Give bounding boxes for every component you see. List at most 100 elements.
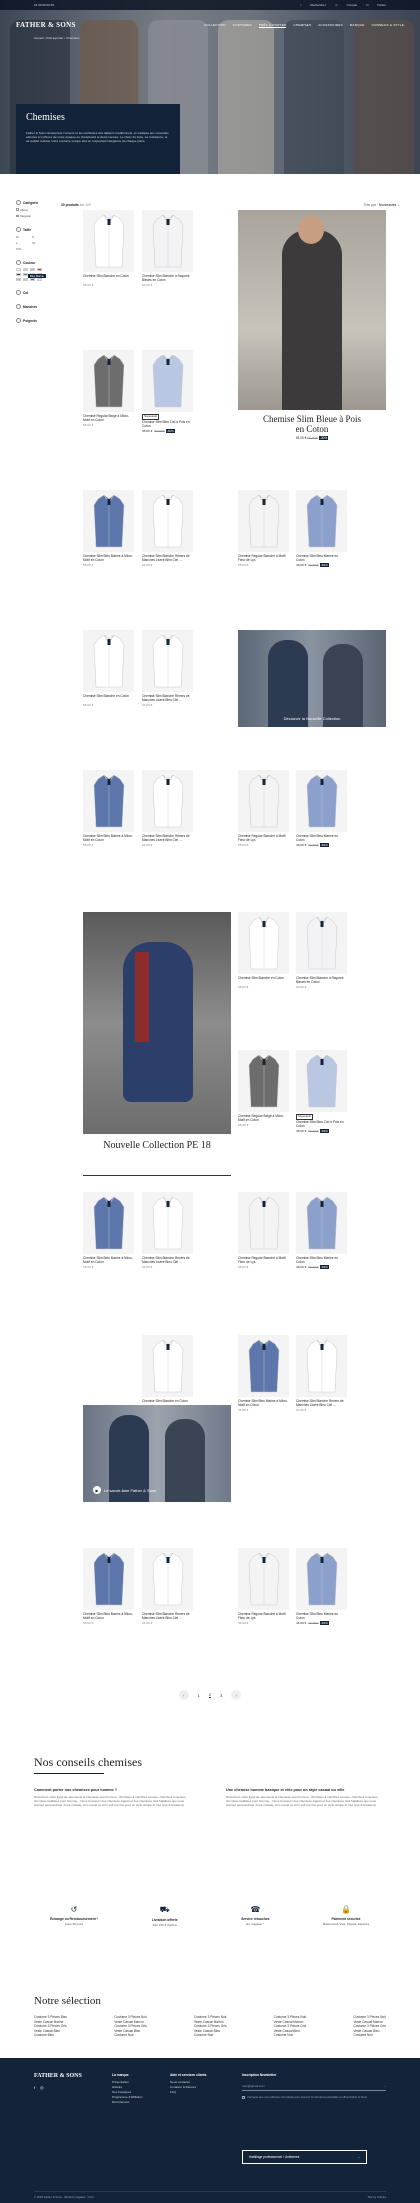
product-image[interactable] xyxy=(296,1548,347,1610)
filter-category-header[interactable]: Catégorie xyxy=(16,200,46,205)
product-name[interactable]: Chemise Slim Blanche Revers de Manches L… xyxy=(142,834,193,842)
selection-link[interactable]: Costume 3 Pièces Gris xyxy=(34,2024,67,2029)
advice-article-title[interactable]: Une chemise homme basique et chic pour u… xyxy=(226,1788,386,1792)
product-card[interactable]: Chemise Slim Bleu Marine en Coton 46,00 €… xyxy=(296,770,347,847)
product-image[interactable] xyxy=(238,1192,289,1254)
nav-item-conseils[interactable]: Conseils & Style xyxy=(372,23,404,28)
product-image[interactable] xyxy=(238,490,289,552)
product-card[interactable]: Chemise Slim Bleu Marine en Coton 46,00 €… xyxy=(296,490,347,567)
color-swatch[interactable] xyxy=(16,273,21,276)
color-swatch[interactable] xyxy=(30,278,35,281)
product-card[interactable]: Chemise Slim Bleu Marine à Micro-Motif e… xyxy=(238,1335,289,1412)
filter-sleeves-header[interactable]: Manches xyxy=(16,304,46,309)
product-image[interactable] xyxy=(83,490,134,552)
product-card[interactable]: Chemise Slim Blanche Revers de Manches L… xyxy=(142,630,193,707)
product-image[interactable] xyxy=(83,350,134,412)
product-image[interactable] xyxy=(83,210,134,272)
product-name[interactable]: Chemise Slim Bleu Marine à Micro-Motif e… xyxy=(83,554,134,562)
nav-item-costumes[interactable]: Costumes xyxy=(233,23,252,28)
page-2[interactable]: 2 xyxy=(208,1692,212,1698)
filter-color-header[interactable]: Couleur xyxy=(16,260,46,265)
product-image[interactable] xyxy=(296,770,347,832)
promo-collection-pe18[interactable]: Nouvelle Collection PE 18 xyxy=(83,912,231,1177)
product-image[interactable] xyxy=(238,1335,289,1397)
filter-option[interactable]: Regular xyxy=(16,214,46,218)
product-image[interactable] xyxy=(296,1335,347,1397)
newsletter-email-input[interactable]: mon@gmail.com → xyxy=(242,2081,386,2091)
site-credit[interactable]: Site by Cultura xyxy=(368,2195,386,2199)
account-link[interactable]: ☺ Compte xyxy=(335,3,357,7)
selection-link[interactable]: Costume 3 Pièces Bleu xyxy=(34,2015,67,2020)
color-swatch[interactable] xyxy=(37,278,42,281)
prev-page-button[interactable]: ‹ xyxy=(178,1690,189,1700)
product-image[interactable] xyxy=(296,1192,347,1254)
next-page-button[interactable]: › xyxy=(231,1690,242,1700)
product-image[interactable] xyxy=(238,1548,289,1610)
color-swatch[interactable] xyxy=(16,278,21,281)
product-card[interactable]: Nouveauté Chemise Slim Bleu Ciel à Pois e… xyxy=(296,1050,347,1133)
product-image[interactable] xyxy=(142,490,193,552)
color-swatch[interactable] xyxy=(16,268,21,271)
product-card[interactable]: Chemise Slim Blanche à Rayures Bleues en… xyxy=(296,912,347,989)
nav-item-collection[interactable]: Collection xyxy=(204,23,226,28)
product-name[interactable]: Chemise Slim Bleu Marine en Coton xyxy=(296,554,347,562)
product-image[interactable] xyxy=(238,1050,289,1112)
product-name[interactable]: Chemise Slim Blanche en Coton xyxy=(238,976,289,984)
selection-link[interactable]: Costume 3 Pièces Gris xyxy=(114,2024,147,2029)
product-card[interactable]: Chemise Slim Blanche Revers de Manches L… xyxy=(142,1548,193,1625)
footer-link[interactable]: Recrutement xyxy=(112,2100,143,2105)
color-swatch[interactable] xyxy=(37,268,42,271)
selection-link[interactable]: Costume 3 Pièces Noir xyxy=(194,2015,227,2020)
selection-link[interactable]: Costume Bleu xyxy=(34,2033,67,2038)
product-card[interactable]: Chemise Regular Blanche à Motif Fleur de… xyxy=(238,770,289,847)
nav-item-accessoires[interactable]: Accessoires xyxy=(318,23,343,28)
product-card[interactable]: Chemise Slim Blanche Revers de Manches L… xyxy=(296,1335,347,1412)
page-3[interactable]: 3 xyxy=(220,1693,222,1698)
facebook-icon[interactable]: f xyxy=(34,2085,35,2090)
product-card[interactable]: Chemise Slim Blanche en Coton55,00 € xyxy=(142,1335,193,1412)
product-image[interactable] xyxy=(238,912,289,974)
product-image[interactable] xyxy=(83,1192,134,1254)
product-card[interactable]: Chemise Slim Bleu Marine à Micro-Motif e… xyxy=(83,1192,134,1269)
product-name[interactable]: Chemise Slim Bleu Marine en Coton xyxy=(296,1256,347,1264)
product-image[interactable] xyxy=(296,490,347,552)
product-name[interactable]: Chemise Slim Blanche Revers de Manches L… xyxy=(142,1256,193,1264)
size-option[interactable]: M xyxy=(16,235,30,239)
product-name[interactable]: Chemise Regular Blanche à Motif Fleur de… xyxy=(238,554,289,562)
color-swatch[interactable] xyxy=(23,268,28,271)
footer-logo[interactable]: FATHER & SONS xyxy=(34,2073,82,2079)
nav-item-pret-a-porter[interactable]: Prêt-à-porter xyxy=(258,23,287,28)
product-name[interactable]: Chemise Regular Blanche à Motif Fleur de… xyxy=(238,1256,289,1264)
promo-video-savoir-faire[interactable]: ▶ Le savoir-faire Father & Sons xyxy=(83,1405,231,1502)
product-image[interactable] xyxy=(83,1548,134,1610)
arrow-right-icon[interactable]: → xyxy=(383,2084,386,2088)
product-image[interactable] xyxy=(296,1050,347,1112)
product-image[interactable] xyxy=(142,770,193,832)
product-image[interactable] xyxy=(83,630,134,692)
product-image[interactable] xyxy=(296,912,347,974)
product-image[interactable] xyxy=(142,350,193,412)
color-swatch[interactable] xyxy=(23,278,28,281)
promo-new-collection[interactable]: Découvrir la Nouvelle Collection xyxy=(238,630,386,727)
breadcrumb[interactable]: Accueil › Prêt-à-porter › Chemises xyxy=(34,36,79,40)
selection-link[interactable]: Costume Noir xyxy=(353,2033,386,2038)
play-icon[interactable]: ▶ xyxy=(93,1486,101,1494)
product-card[interactable]: Chemise Slim Blanche Revers de Manches L… xyxy=(142,490,193,567)
product-card[interactable]: Chemise Slim Bleu Marine en Coton 46,00 €… xyxy=(296,1548,347,1625)
product-name[interactable]: Chemise Regular Beige à Micro-Motif en C… xyxy=(83,414,134,422)
checkbox[interactable] xyxy=(242,2096,245,2099)
filter-option[interactable]: Mens xyxy=(16,208,46,212)
product-card[interactable]: Chemise Slim Blanche Revers de Manches L… xyxy=(142,1192,193,1269)
nav-item-marque[interactable]: Marque xyxy=(350,23,365,28)
selection-link[interactable]: Costume 3 Pièces Gris xyxy=(353,2024,386,2029)
product-name[interactable]: Chemise Slim Bleu Marine à Micro-Motif e… xyxy=(83,1256,134,1264)
product-card[interactable]: Chemise Slim Bleu Marine à Micro-Motif e… xyxy=(83,490,134,567)
pro-uniforms-button[interactable]: Habillage professionnel / Uniformes → xyxy=(242,2150,367,2164)
product-image[interactable] xyxy=(83,770,134,832)
product-card[interactable]: Chemise Regular Blanche à Motif Fleur de… xyxy=(238,1192,289,1269)
product-card[interactable]: Chemise Slim Blanche en Coton55,00 € xyxy=(238,912,289,989)
product-name[interactable]: Chemise Slim Bleu Marine en Coton xyxy=(296,1612,347,1620)
product-name[interactable]: Chemise Slim Bleu Ciel à Pois en Coton xyxy=(142,420,193,428)
product-image[interactable] xyxy=(142,210,193,272)
product-name[interactable]: Chemise Slim Bleu Marine à Micro-Motif e… xyxy=(238,1399,289,1407)
